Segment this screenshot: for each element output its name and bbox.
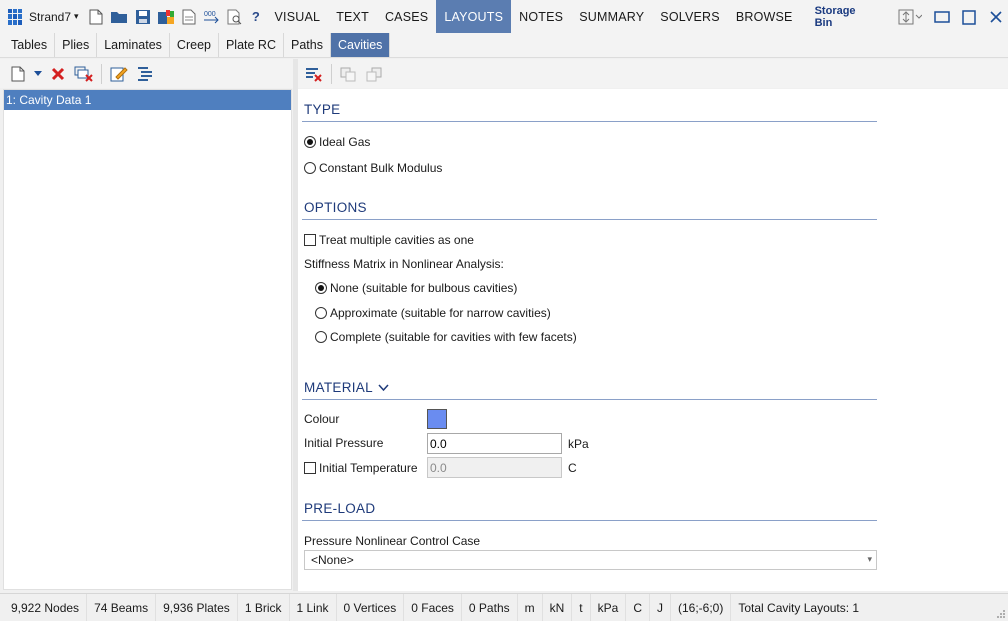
treat-multiple-checkbox[interactable]: Treat multiple cavities as one: [304, 233, 474, 247]
chevron-down-icon: [378, 383, 389, 391]
menu-tab-text[interactable]: TEXT: [328, 0, 377, 33]
status-links: 1 Link: [290, 593, 337, 621]
minimize-icon[interactable]: [930, 5, 953, 29]
help-button[interactable]: ?: [247, 9, 264, 24]
save-icon[interactable]: [131, 5, 154, 29]
menu-tab-summary[interactable]: SUMMARY: [571, 0, 652, 33]
status-nodes: 9,922 Nodes: [4, 593, 88, 621]
tab-tables[interactable]: Tables: [0, 33, 56, 57]
menu-tab-visual[interactable]: VISUAL: [267, 0, 329, 33]
layout-options-icon[interactable]: [898, 5, 923, 29]
radio-button[interactable]: [315, 282, 327, 294]
radio-button[interactable]: [315, 331, 327, 343]
preload-section-title: PRE-LOAD: [304, 501, 376, 516]
search-document-icon[interactable]: [224, 5, 247, 29]
radio-button[interactable]: [304, 136, 316, 148]
menu-tab-layouts[interactable]: LAYOUTS: [436, 0, 512, 33]
chevron-down-icon: ▾: [74, 11, 79, 21]
initial-pressure-input[interactable]: [427, 433, 562, 454]
status-bar: 9,922 Nodes 74 Beams 9,936 Plates 1 Bric…: [0, 593, 1008, 621]
unit-stress[interactable]: kPa: [591, 593, 627, 621]
pressure-unit: kPa: [568, 437, 589, 451]
property-toolbar: [298, 59, 1008, 88]
tab-paths[interactable]: Paths: [284, 33, 331, 57]
cavity-layout-list: 1: Cavity Data 1: [3, 89, 292, 590]
menu-tab-notes[interactable]: NOTES: [511, 0, 571, 33]
menu-tab-browse[interactable]: BROWSE: [728, 0, 801, 33]
strand7-logo-icon: [8, 8, 24, 25]
radio-button[interactable]: [304, 162, 316, 174]
status-total-layouts: Total Cavity Layouts: 1: [738, 600, 860, 615]
status-vertices: 0 Vertices: [337, 593, 405, 621]
radio-constant-bulk-modulus[interactable]: Constant Bulk Modulus: [304, 161, 442, 175]
unit-length[interactable]: m: [518, 593, 543, 621]
initial-temperature-checkbox[interactable]: Initial Temperature: [304, 461, 418, 475]
color-book-icon[interactable]: [154, 5, 177, 29]
list-format-icon[interactable]: [133, 62, 157, 86]
maximize-icon[interactable]: [958, 5, 981, 29]
unit-energy[interactable]: J: [650, 593, 671, 621]
unit-temperature[interactable]: C: [626, 593, 650, 621]
app-menu-button[interactable]: Strand7 ▾: [0, 0, 79, 33]
menu-tab-cases[interactable]: CASES: [377, 0, 436, 33]
control-case-label: Pressure Nonlinear Control Case: [304, 534, 481, 548]
unit-force[interactable]: kN: [543, 593, 573, 621]
chevron-down-icon[interactable]: [32, 62, 44, 86]
resize-grip-icon[interactable]: [996, 609, 1006, 619]
stiffness-matrix-label: Stiffness Matrix in Nonlinear Analysis:: [304, 257, 504, 271]
storage-bin-button[interactable]: Storage Bin: [815, 5, 875, 29]
delete-icon[interactable]: [46, 62, 70, 86]
initial-temperature-input[interactable]: [427, 457, 562, 478]
chevron-down-icon: ▾: [867, 554, 872, 564]
material-section-title[interactable]: MATERIAL: [304, 380, 389, 395]
app-name: Strand7: [29, 9, 72, 24]
type-section-title: TYPE: [304, 102, 341, 117]
checkbox[interactable]: [304, 234, 316, 246]
layout-subtabs: Tables Plies Laminates Creep Plate RC Pa…: [0, 33, 1008, 58]
unit-mass[interactable]: t: [572, 593, 591, 621]
options-section-title: OPTIONS: [304, 200, 367, 215]
tab-laminates[interactable]: Laminates: [97, 33, 170, 57]
tab-cavities[interactable]: Cavities: [330, 33, 391, 57]
open-folder-icon[interactable]: [108, 5, 131, 29]
tab-plate-rc[interactable]: Plate RC: [219, 33, 284, 57]
status-paths: 0 Paths: [462, 593, 518, 621]
status-beams: 74 Beams: [87, 593, 157, 621]
colour-swatch[interactable]: [427, 409, 447, 429]
copy-to-icon[interactable]: [337, 62, 361, 86]
temperature-unit: C: [568, 461, 577, 475]
delete-unused-icon[interactable]: [72, 62, 96, 86]
renumber-icon[interactable]: 000: [201, 5, 224, 29]
svg-text:000: 000: [204, 11, 216, 18]
close-icon[interactable]: [985, 5, 1008, 29]
list-item[interactable]: 1: Cavity Data 1: [4, 90, 291, 110]
colour-label: Colour: [304, 412, 340, 426]
status-bricks: 1 Brick: [238, 593, 290, 621]
radio-stiffness-complete[interactable]: Complete (suitable for cavities with few…: [315, 330, 577, 344]
radio-stiffness-approximate[interactable]: Approximate (suitable for narrow cavitie…: [315, 306, 551, 320]
radio-ideal-gas[interactable]: Ideal Gas: [304, 135, 370, 149]
radio-stiffness-none[interactable]: None (suitable for bulbous cavities): [315, 281, 517, 295]
initial-pressure-label: Initial Pressure: [304, 436, 384, 450]
cavity-properties-panel: TYPE Ideal Gas Constant Bulk Modulus OPT…: [298, 89, 1008, 591]
menu-tab-solvers[interactable]: SOLVERS: [652, 0, 728, 33]
new-item-icon[interactable]: [6, 62, 30, 86]
edit-icon[interactable]: [107, 62, 131, 86]
radio-button[interactable]: [315, 307, 327, 319]
clear-table-icon[interactable]: [302, 62, 326, 86]
tab-creep[interactable]: Creep: [170, 33, 219, 57]
checkbox[interactable]: [304, 462, 316, 474]
control-case-select[interactable]: <None> ▾: [304, 550, 877, 570]
status-faces: 0 Faces: [404, 593, 462, 621]
status-plates: 9,936 Plates: [156, 593, 238, 621]
tab-plies[interactable]: Plies: [55, 33, 98, 57]
document-icon[interactable]: [177, 5, 200, 29]
status-coordinates: (16;-6;0): [671, 593, 732, 621]
copy-from-icon[interactable]: [363, 62, 387, 86]
new-file-icon[interactable]: [85, 5, 108, 29]
top-menu-bar: Strand7 ▾ 000 ? VISUAL TEXT CASES LAYOUT…: [0, 0, 1008, 33]
list-toolbar: [0, 59, 293, 88]
